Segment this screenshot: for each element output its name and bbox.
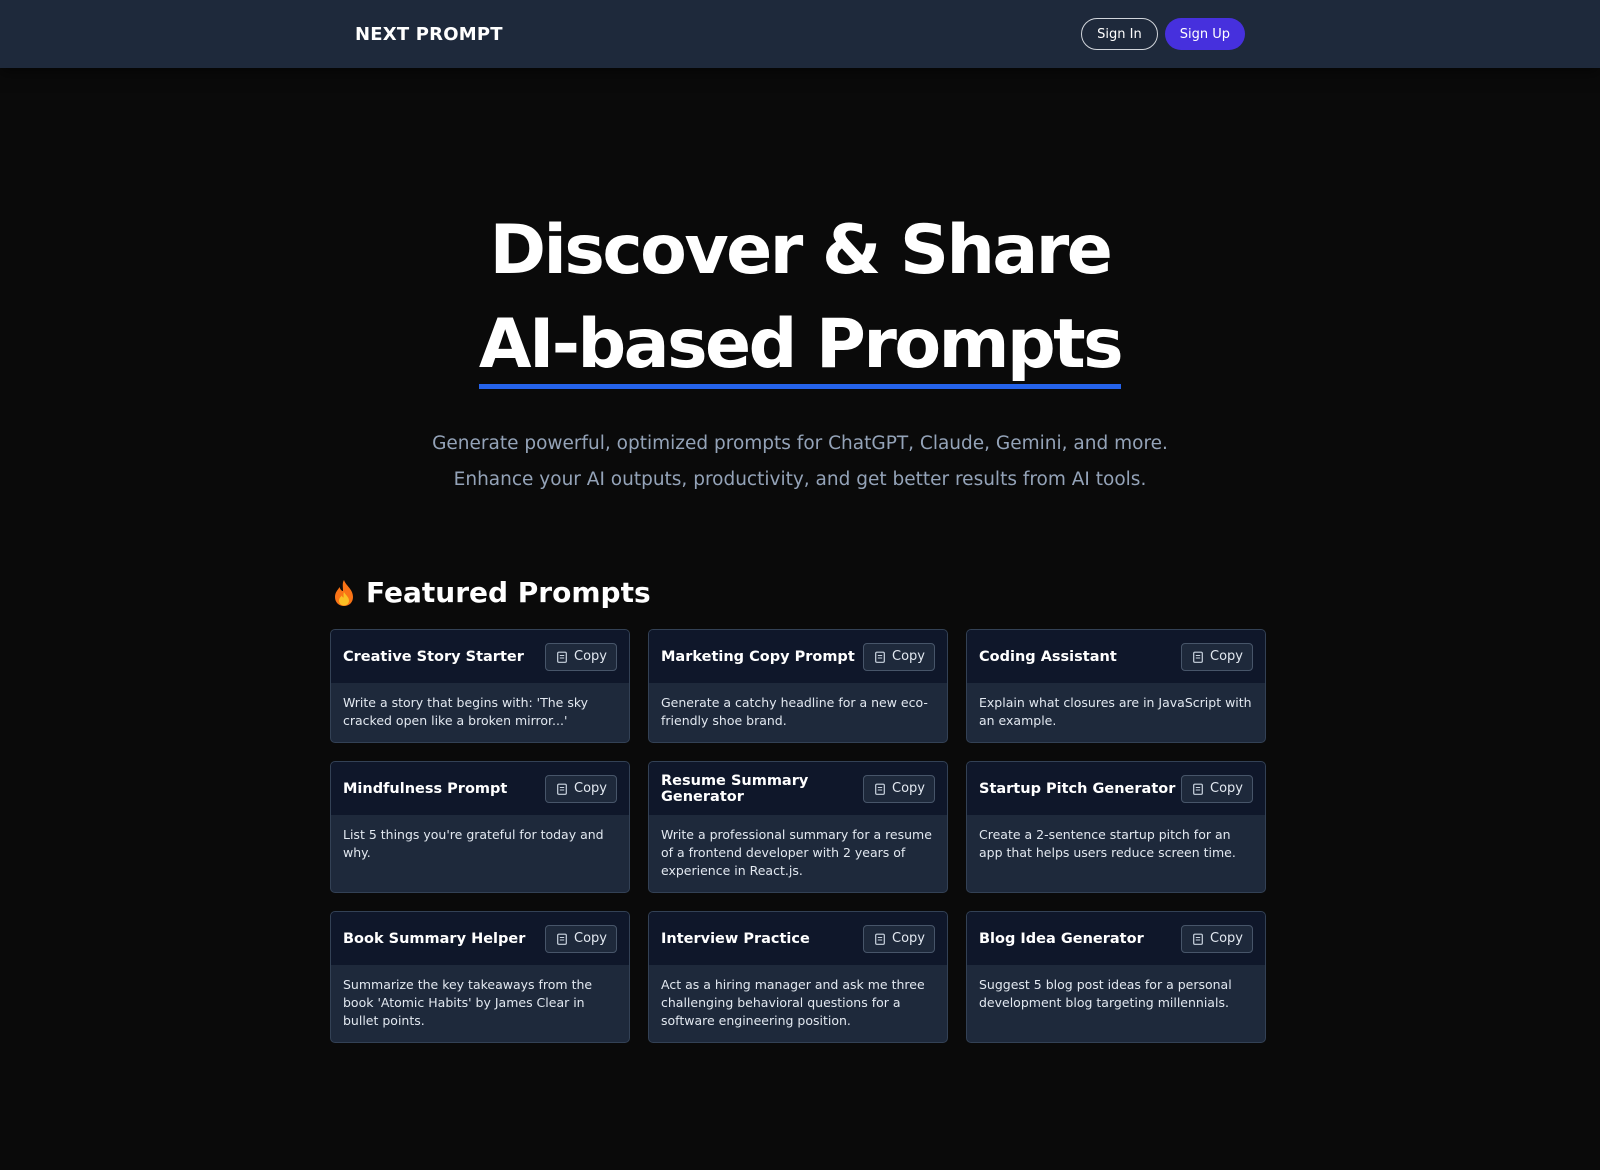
copy-button[interactable]: Copy <box>545 642 617 671</box>
copy-button[interactable]: Copy <box>863 924 935 953</box>
clipboard-icon <box>875 783 885 795</box>
hero-section: Discover & Share AI-based Prompts Genera… <box>0 68 1600 498</box>
prompt-card-header: Resume Summary Generator Copy <box>649 762 947 815</box>
clipboard-icon <box>557 651 567 663</box>
prompt-card-title: Resume Summary Generator <box>661 772 809 805</box>
prompt-card: Interview Practice Copy Act as a hiring … <box>648 911 948 1043</box>
copy-button[interactable]: Copy <box>1181 924 1253 953</box>
brand-logo[interactable]: NEXT PROMPT <box>355 24 503 45</box>
prompt-card-header: Coding Assistant Copy <box>967 630 1265 683</box>
copy-button-label: Copy <box>892 931 925 946</box>
clipboard-icon <box>1193 783 1203 795</box>
copy-button-label: Copy <box>574 931 607 946</box>
copy-button[interactable]: Copy <box>545 774 617 803</box>
hero-title: Discover & Share AI-based Prompts <box>0 204 1600 392</box>
copy-button-label: Copy <box>574 649 607 664</box>
featured-prompts-section: Featured Prompts Creative Story Starter … <box>330 576 1270 1043</box>
prompt-card-body: Write a professional summary for a resum… <box>661 827 932 878</box>
copy-button-label: Copy <box>574 781 607 796</box>
hero-title-line1: Discover & Share <box>489 211 1113 290</box>
prompt-card-header: Mindfulness Prompt Copy <box>331 762 629 815</box>
prompt-card-title: Blog Idea Generator <box>979 930 1144 947</box>
prompt-card-title: Interview Practice <box>661 930 810 947</box>
prompt-card-header: Creative Story Starter Copy <box>331 630 629 683</box>
prompt-card-title: Coding Assistant <box>979 648 1117 665</box>
clipboard-icon <box>557 933 567 945</box>
prompt-card: Marketing Copy Prompt Copy Generate a ca… <box>648 629 948 743</box>
copy-button-label: Copy <box>1210 649 1243 664</box>
copy-button-label: Copy <box>1210 931 1243 946</box>
copy-button[interactable]: Copy <box>545 924 617 953</box>
prompt-card: Creative Story Starter Copy Write a stor… <box>330 629 630 743</box>
sign-up-button[interactable]: Sign Up <box>1164 18 1245 50</box>
hero-title-line2-wrap: AI-based Prompts <box>0 298 1600 392</box>
clipboard-icon <box>875 651 885 663</box>
prompt-card: Book Summary Helper Copy Summarize the k… <box>330 911 630 1043</box>
prompt-card-title: Creative Story Starter <box>343 648 524 665</box>
prompt-card-body: Generate a catchy headline for a new eco… <box>661 695 928 728</box>
prompt-card-body: Write a story that begins with: 'The sky… <box>343 695 589 728</box>
prompt-card-title: Startup Pitch Generator <box>979 780 1176 797</box>
copy-button[interactable]: Copy <box>1181 774 1253 803</box>
prompt-grid: Creative Story Starter Copy Write a stor… <box>330 629 1270 1043</box>
prompt-card-body: Suggest 5 blog post ideas for a personal… <box>979 977 1232 1010</box>
prompt-card: Mindfulness Prompt Copy List 5 things yo… <box>330 761 630 893</box>
copy-button-label: Copy <box>892 781 925 796</box>
clipboard-icon <box>875 933 885 945</box>
prompt-card-header: Startup Pitch Generator Copy <box>967 762 1265 815</box>
prompt-card-header: Interview Practice Copy <box>649 912 947 965</box>
prompt-card-header: Marketing Copy Prompt Copy <box>649 630 947 683</box>
prompt-card: Resume Summary Generator Copy Write a pr… <box>648 761 948 893</box>
featured-heading: Featured Prompts <box>332 576 1270 609</box>
navbar: NEXT PROMPT Sign In Sign Up <box>0 0 1600 68</box>
prompt-card-title: Mindfulness Prompt <box>343 780 508 797</box>
prompt-card-body: Act as a hiring manager and ask me three… <box>661 977 925 1028</box>
prompt-card-header: Blog Idea Generator Copy <box>967 912 1265 965</box>
prompt-card-header: Book Summary Helper Copy <box>331 912 629 965</box>
prompt-card-body: Summarize the key takeaways from the boo… <box>343 977 593 1028</box>
prompt-card-body: Create a 2-sentence startup pitch for an… <box>979 827 1236 860</box>
hero-subtitle: Generate powerful, optimized prompts for… <box>432 433 1168 490</box>
copy-button[interactable]: Copy <box>1181 642 1253 671</box>
prompt-card: Blog Idea Generator Copy Suggest 5 blog … <box>966 911 1266 1043</box>
nav-actions: Sign In Sign Up <box>1081 18 1245 50</box>
prompt-card-body: Explain what closures are in JavaScript … <box>979 695 1252 728</box>
clipboard-icon <box>557 783 567 795</box>
prompt-card-body: List 5 things you're grateful for today … <box>343 827 604 860</box>
featured-heading-text: Featured Prompts <box>366 576 651 609</box>
copy-button-label: Copy <box>1210 781 1243 796</box>
prompt-card: Coding Assistant Copy Explain what closu… <box>966 629 1266 743</box>
navbar-inner: NEXT PROMPT Sign In Sign Up <box>355 0 1245 68</box>
clipboard-icon <box>1193 651 1203 663</box>
hero-title-line2: AI-based Prompts <box>478 306 1124 389</box>
sign-in-button[interactable]: Sign In <box>1081 18 1158 50</box>
copy-button-label: Copy <box>892 649 925 664</box>
prompt-card-title: Book Summary Helper <box>343 930 526 947</box>
prompt-card: Startup Pitch Generator Copy Create a 2-… <box>966 761 1266 893</box>
fire-icon <box>335 579 353 606</box>
copy-button[interactable]: Copy <box>863 774 935 803</box>
copy-button[interactable]: Copy <box>863 642 935 671</box>
clipboard-icon <box>1193 933 1203 945</box>
prompt-card-title: Marketing Copy Prompt <box>661 648 855 665</box>
